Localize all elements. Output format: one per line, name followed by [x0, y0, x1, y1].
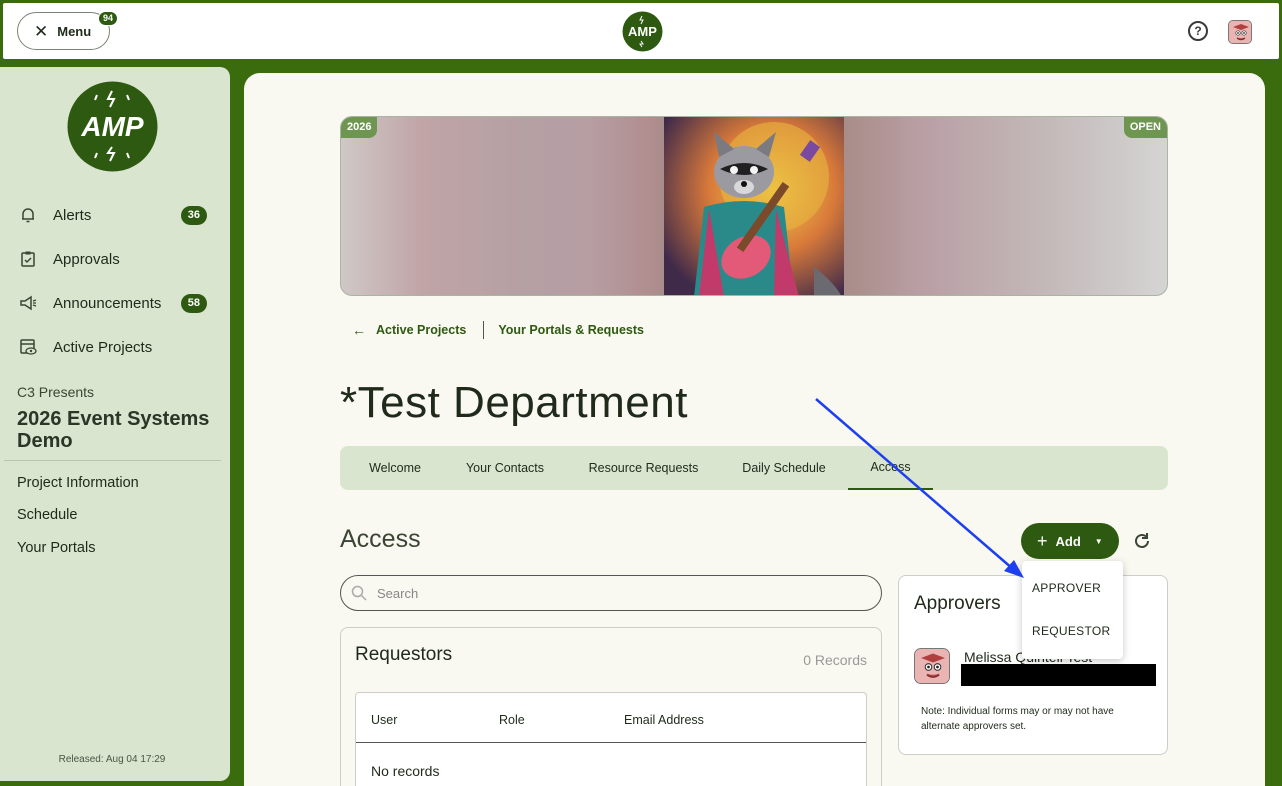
menu-label: Menu	[57, 23, 92, 39]
section-title: Access	[340, 525, 421, 553]
search-icon	[351, 585, 367, 601]
raccoon-guitar-artwork	[664, 117, 844, 295]
event-banner: 2026 OPEN	[340, 116, 1168, 296]
amp-logo[interactable]: AMP	[622, 11, 663, 52]
sidebar-logo-text: AMP	[80, 111, 144, 142]
top-bar: ✕ Menu 94 AMP ?	[3, 3, 1279, 59]
menu-button[interactable]: ✕ Menu	[17, 12, 110, 50]
tab-bar: Welcome Your Contacts Resource Requests …	[340, 446, 1168, 490]
tab-resource-requests[interactable]: Resource Requests	[576, 446, 711, 490]
add-dropdown-menu: APPROVER REQUESTOR	[1022, 561, 1123, 659]
breadcrumb-separator	[483, 321, 485, 339]
release-info: Released: Aug 04 17:29	[58, 754, 166, 765]
main-content: 2026 OPEN ← Active Projects Your Portals…	[244, 73, 1265, 786]
caret-down-icon: ▼	[1094, 536, 1103, 546]
sidebar: AMP Alerts 36 Approvals Announcements 58…	[0, 67, 230, 781]
sidebar-item-label: Announcements	[53, 294, 162, 312]
year-tag: 2026	[341, 117, 378, 138]
menu-item-requestor[interactable]: REQUESTOR	[1032, 624, 1111, 638]
calendar-eye-icon	[17, 336, 39, 358]
approvers-title: Approvers	[914, 593, 1001, 614]
clipboard-check-icon	[17, 248, 39, 270]
project-name: 2026 Event Systems Demo	[17, 408, 210, 452]
sidebar-item-approvals[interactable]: Approvals	[17, 244, 217, 274]
redaction-bar	[961, 664, 1156, 686]
user-avatar[interactable]	[1228, 20, 1252, 44]
back-arrow-icon[interactable]: ←	[352, 322, 366, 338]
page-title: *Test Department	[340, 378, 688, 427]
sidebar-link-project-information[interactable]: Project Information	[17, 475, 139, 491]
close-icon: ✕	[34, 21, 49, 41]
org-name: C3 Presents	[17, 384, 95, 400]
menu-item-approver[interactable]: APPROVER	[1032, 581, 1101, 595]
breadcrumb-active-projects[interactable]: Active Projects	[376, 323, 466, 337]
add-button[interactable]: + Add ▼	[1021, 523, 1119, 559]
sidebar-item-announcements[interactable]: Announcements 58	[17, 288, 217, 318]
refresh-icon[interactable]	[1132, 531, 1152, 551]
sidebar-item-label: Alerts	[53, 206, 92, 224]
approver-avatar	[914, 648, 950, 684]
sidebar-item-label: Approvals	[53, 250, 120, 268]
column-header-email[interactable]: Email Address	[624, 713, 704, 727]
breadcrumb-portals-requests[interactable]: Your Portals & Requests	[498, 323, 644, 337]
search-placeholder: Search	[377, 585, 419, 601]
table-header-divider	[356, 742, 866, 743]
menu-badge: 94	[98, 11, 119, 26]
top-logo-text: AMP	[628, 24, 657, 39]
sidebar-item-alerts[interactable]: Alerts 36	[17, 200, 217, 230]
plus-icon: +	[1037, 530, 1048, 551]
column-header-user[interactable]: User	[371, 713, 397, 727]
sidebar-link-your-portals[interactable]: Your Portals	[17, 540, 95, 556]
add-label: Add	[1055, 533, 1081, 549]
tab-your-contacts[interactable]: Your Contacts	[452, 446, 558, 490]
announcements-badge: 58	[180, 293, 207, 313]
breadcrumb: ← Active Projects Your Portals & Request…	[352, 321, 644, 339]
column-header-role[interactable]: Role	[499, 713, 525, 727]
requestors-title: Requestors	[355, 644, 453, 665]
sidebar-item-label: Active Projects	[53, 338, 153, 356]
empty-state: No records	[371, 763, 440, 779]
requestors-card: Requestors 0 Records User Role Email Add…	[340, 627, 882, 786]
tab-access[interactable]: Access	[848, 446, 933, 490]
bell-icon	[17, 204, 39, 226]
help-icon[interactable]: ?	[1188, 21, 1208, 41]
amp-sidebar-logo[interactable]: AMP	[67, 81, 158, 172]
tab-welcome[interactable]: Welcome	[354, 446, 436, 490]
sidebar-item-active-projects[interactable]: Active Projects	[17, 332, 217, 362]
approvers-note: Note: Individual forms may or may not ha…	[921, 706, 1114, 732]
sidebar-divider	[4, 460, 221, 461]
megaphone-icon	[17, 292, 39, 314]
records-count: 0 Records	[803, 652, 867, 668]
sidebar-link-schedule[interactable]: Schedule	[17, 507, 77, 523]
alerts-badge: 36	[180, 205, 207, 225]
search-input[interactable]: Search	[340, 575, 882, 611]
status-tag: OPEN	[1123, 117, 1167, 138]
tab-daily-schedule[interactable]: Daily Schedule	[730, 446, 838, 490]
requestors-table: User Role Email Address No records	[355, 692, 867, 786]
